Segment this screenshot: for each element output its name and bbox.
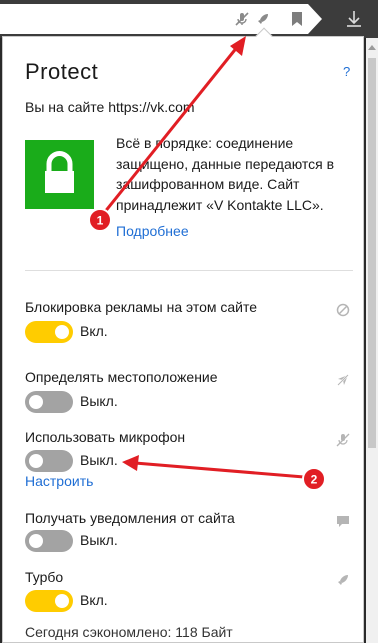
toggle-knob — [29, 534, 43, 548]
microphone-configure-link[interactable]: Настроить — [25, 473, 93, 489]
scroll-up-arrow-icon[interactable] — [366, 44, 378, 52]
secure-lock-badge — [25, 140, 94, 209]
divider — [25, 270, 353, 271]
traffic-saved-text: Сегодня сэкономлено: 118 Байт — [25, 624, 233, 640]
more-details-link[interactable]: Подробнее — [116, 223, 189, 239]
microphone-off-icon[interactable] — [233, 10, 251, 28]
lock-icon — [45, 151, 74, 193]
address-bar[interactable] — [0, 4, 322, 34]
help-link[interactable]: ? — [343, 64, 350, 79]
scrollbar-thumb[interactable] — [368, 58, 376, 448]
popup-title: Protect — [25, 59, 99, 84]
toggle-knob — [29, 454, 43, 468]
setting-label-notifications: Получать уведомления от сайта — [25, 510, 235, 526]
browser-toolbar — [0, 0, 378, 38]
setting-label-adblock: Блокировка рекламы на этом сайте — [25, 299, 258, 315]
microphone-off-icon — [336, 433, 350, 447]
download-icon[interactable] — [344, 9, 364, 29]
notifications-state: Выкл. — [80, 532, 118, 548]
scrollbar[interactable] — [366, 38, 378, 643]
toggle-knob — [29, 395, 43, 409]
rocket-icon — [336, 573, 350, 587]
bookmark-icon[interactable] — [288, 10, 306, 28]
notifications-toggle[interactable] — [25, 530, 73, 552]
notification-icon — [336, 514, 350, 528]
microphone-state: Выкл. — [80, 452, 118, 468]
toggle-knob — [55, 325, 69, 339]
adblock-toggle[interactable] — [25, 321, 73, 343]
rocket-icon[interactable] — [254, 10, 272, 28]
toggle-knob — [55, 594, 69, 608]
turbo-state: Вкл. — [80, 592, 108, 608]
turbo-toggle[interactable] — [25, 590, 73, 612]
connection-status-text: Всё в порядке: соединение защищено, данн… — [116, 135, 335, 213]
site-info: Вы на сайте https://vk.com — [25, 99, 195, 115]
adblock-state: Вкл. — [80, 323, 108, 339]
setting-label-microphone: Использовать микрофон — [25, 429, 186, 445]
setting-label-location: Определять местоположение — [25, 369, 218, 385]
setting-label-turbo: Турбо — [25, 569, 64, 585]
protect-popup: Protect ? Вы на сайте https://vk.com Всё… — [2, 36, 364, 643]
location-toggle[interactable] — [25, 391, 73, 413]
block-icon — [336, 303, 350, 317]
location-state: Выкл. — [80, 393, 118, 409]
microphone-toggle[interactable] — [25, 450, 73, 472]
location-off-icon — [336, 373, 350, 387]
